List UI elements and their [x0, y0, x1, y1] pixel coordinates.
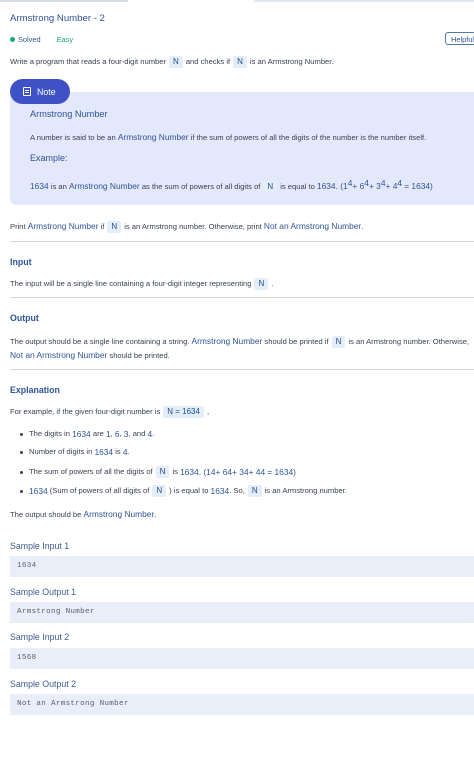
explanation-heading: Explanation: [10, 385, 60, 395]
helpful-button[interactable]: Helpful: [445, 32, 474, 45]
top-tab-right: [254, 0, 474, 2]
problem-meta: Solved Easy: [10, 34, 73, 44]
code-n: N: [169, 56, 183, 68]
note-definition: A number is said to be an Armstrong Numb…: [30, 132, 427, 142]
note-title: Armstrong Number: [30, 109, 108, 119]
explanation-bullet: Number of digits in 1634 is 4.: [20, 445, 130, 459]
intro-text: Write a program that reads a four-digit …: [10, 56, 334, 68]
sample-input-1-box[interactable]: 1634: [10, 556, 474, 577]
top-tab-bar: [0, 0, 474, 3]
divider: [10, 297, 474, 298]
code-n: N: [254, 278, 269, 290]
output-text-line2: Not an Armstrong Number should be printe…: [10, 350, 170, 360]
explanation-intro: For example, if the given four-digit num…: [10, 406, 210, 418]
code-n: N: [152, 485, 167, 497]
code-n: N: [331, 336, 346, 348]
code-n: N: [107, 221, 122, 233]
explanation-bullet: The sum of powers of all the digits of Ni…: [20, 465, 296, 479]
explanation-bullet: 1634 (Sum of powers of all digits of N) i…: [20, 484, 347, 498]
code-n: N: [233, 56, 247, 68]
print-instruction: Print Armstrong Number if Nis an Armstron…: [10, 221, 364, 233]
top-tab-left: [0, 0, 128, 2]
sample-output-1-box[interactable]: Armstrong Number: [10, 602, 474, 623]
note-example-text: 1634 is an Armstrong Number as the sum o…: [30, 178, 433, 193]
problem-title: Armstrong Number - 2: [10, 13, 105, 24]
code-n: N: [155, 466, 170, 478]
divider: [10, 241, 474, 242]
input-heading: Input: [10, 257, 32, 267]
explanation-bullet: The digits in 1634 are 1, 6, 3, and 4.: [20, 427, 154, 441]
output-text-line1: The output should be a single line conta…: [10, 336, 470, 348]
sample-input-2-label: Sample Input 2: [10, 632, 70, 642]
sample-input-2-box[interactable]: 1568: [10, 648, 474, 669]
note-icon: [23, 87, 31, 96]
explanation-output: The output should be Armstrong Number.: [10, 509, 157, 519]
code-n: N: [247, 485, 262, 497]
input-text: The input will be a single line containi…: [10, 278, 274, 290]
code-n: N: [263, 181, 278, 193]
difficulty-badge: Easy: [56, 34, 74, 44]
code-n-1634: N = 1634: [163, 406, 204, 418]
note-label: Note: [10, 79, 70, 104]
sample-output-2-box[interactable]: Not an Armstrong Number: [10, 694, 474, 715]
note-example-label: Example:: [30, 153, 68, 163]
sample-input-1-label: Sample Input 1: [10, 541, 70, 551]
sample-output-1-label: Sample Output 1: [10, 587, 77, 597]
divider: [10, 369, 474, 370]
solved-dot-icon: [10, 36, 15, 42]
solved-status: Solved: [18, 34, 41, 44]
output-heading: Output: [10, 313, 39, 323]
sample-output-2-label: Sample Output 2: [10, 679, 77, 689]
